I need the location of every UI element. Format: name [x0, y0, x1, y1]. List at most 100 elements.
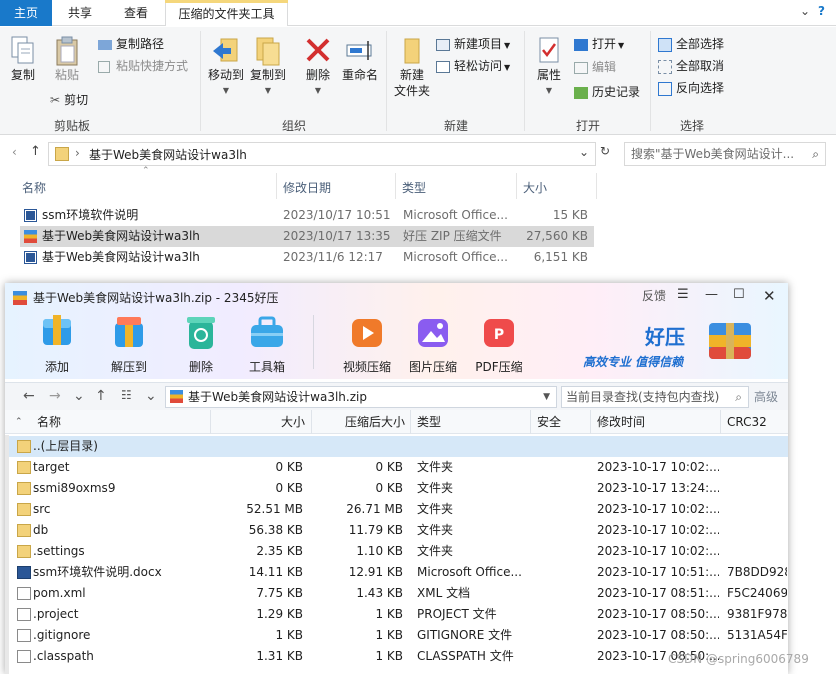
- extract-to-button[interactable]: 解压到: [97, 313, 161, 375]
- help-icon[interactable]: ?: [818, 4, 825, 18]
- paste-icon: [56, 36, 78, 66]
- folder-icon: [17, 482, 31, 495]
- video-compress-button[interactable]: 视频压缩: [335, 313, 399, 375]
- archive-search-input[interactable]: 当前目录查找(支持包内查找) ⌕: [561, 386, 749, 408]
- column-header-name[interactable]: 名称: [37, 410, 61, 434]
- menu-icon[interactable]: ☰: [677, 287, 689, 302]
- feedback-link[interactable]: 反馈: [642, 287, 666, 304]
- rename-button[interactable]: 重命名: [338, 35, 382, 83]
- delete-button[interactable]: 删除 ▼: [300, 35, 336, 99]
- back-arrow-icon[interactable]: ←: [23, 388, 35, 404]
- archive-row-size: 0 KB: [275, 460, 303, 474]
- column-header-size[interactable]: 大小: [523, 177, 547, 199]
- add-button[interactable]: 添加: [25, 313, 89, 375]
- archive-row-packed-size: 1 KB: [375, 607, 403, 621]
- open-button[interactable]: 打开 ▼: [574, 35, 624, 55]
- tab-compressed-folder-tools[interactable]: 压缩的文件夹工具: [165, 0, 288, 26]
- pdf-compress-button[interactable]: P PDF压缩: [467, 313, 531, 375]
- search-input[interactable]: 搜索"基于Web美食网站设计... ⌕: [624, 142, 826, 166]
- refresh-icon[interactable]: ↻: [600, 144, 610, 158]
- archive-row[interactable]: ssmi89oxms9 0 KB 0 KB 文件夹 2023-10-17 13:24:.…: [5, 478, 788, 499]
- view-mode-icon[interactable]: ☷: [121, 388, 132, 402]
- folder-icon: [17, 503, 31, 516]
- archive-row[interactable]: .project 1.29 KB 1 KB PROJECT 文件 2023-10-17 …: [5, 604, 788, 625]
- properties-button[interactable]: 属性 ▼: [532, 35, 566, 99]
- file-row[interactable]: 基于Web美食网站设计wa3lh 2023/11/6 12:17 Microso…: [20, 247, 594, 268]
- toolbox-button[interactable]: 工具箱: [235, 313, 299, 375]
- column-divider: [590, 410, 591, 434]
- new-folder-button[interactable]: 新建 文件夹: [392, 35, 432, 99]
- group-select-label: 选择: [679, 119, 704, 133]
- scissors-icon: ✂: [50, 93, 61, 107]
- column-divider: [596, 173, 597, 199]
- image-compress-icon: [418, 319, 448, 347]
- column-header-crc32[interactable]: CRC32: [727, 410, 767, 434]
- tab-home[interactable]: 主页: [0, 0, 52, 26]
- archive-row-size: 56.38 KB: [248, 523, 303, 537]
- new-item-button[interactable]: 新建项目 ▼: [436, 35, 510, 55]
- column-header-security[interactable]: 安全: [537, 410, 561, 434]
- forward-arrow-icon[interactable]: →: [49, 388, 61, 404]
- easy-access-button[interactable]: 轻松访问 ▼: [436, 57, 510, 77]
- history-button[interactable]: 历史记录: [574, 83, 640, 101]
- copy-path-button[interactable]: 复制路径: [98, 35, 164, 53]
- column-header-type[interactable]: 类型: [402, 177, 426, 199]
- move-to-button[interactable]: 移动到 ▼: [206, 35, 246, 99]
- tab-view[interactable]: 查看: [108, 0, 164, 26]
- column-divider: [395, 173, 396, 199]
- paste-shortcut-button[interactable]: 粘贴快捷方式: [98, 57, 188, 75]
- word-doc-icon: [17, 566, 31, 579]
- chevron-down-icon[interactable]: ⌄: [579, 145, 589, 159]
- column-header-name[interactable]: 名称: [22, 177, 46, 199]
- search-icon: ⌕: [812, 147, 819, 161]
- vertical-scrollbar[interactable]: [5, 435, 9, 674]
- tab-share[interactable]: 共享: [52, 0, 108, 26]
- archive-row-name: ..(上层目录): [33, 439, 98, 453]
- minimize-icon[interactable]: —: [705, 287, 718, 302]
- edit-button[interactable]: 编辑: [574, 58, 616, 76]
- archive-row[interactable]: db 56.38 KB 11.79 KB 文件夹 2023-10-17 10:02:..…: [5, 520, 788, 541]
- column-header-size[interactable]: 大小: [225, 410, 305, 434]
- up-arrow-icon[interactable]: ‹: [12, 145, 17, 159]
- column-header-packed-size[interactable]: 压缩后大小: [317, 410, 405, 434]
- column-header-date[interactable]: 修改日期: [283, 177, 331, 199]
- cut-button[interactable]: ✂ 剪切: [50, 91, 88, 109]
- haozip-logo-icon: [709, 323, 751, 359]
- invert-selection-button[interactable]: 反向选择: [658, 79, 724, 97]
- chevron-down-icon[interactable]: ⌄: [800, 4, 810, 18]
- folder-icon: [17, 440, 31, 453]
- delete-archive-button[interactable]: 删除: [169, 313, 233, 375]
- archive-row[interactable]: pom.xml 7.75 KB 1.43 KB XML 文档 2023-10-17 08…: [5, 583, 788, 604]
- select-all-icon: [658, 37, 672, 52]
- history-dropdown-icon[interactable]: ⌄: [73, 388, 85, 404]
- address-bar[interactable]: › 基于Web美食网站设计wa3lh ⌄: [48, 142, 596, 166]
- archive-row[interactable]: .settings 2.35 KB 1.10 KB 文件夹 2023-10-17 10:…: [5, 541, 788, 562]
- column-header-type[interactable]: 类型: [417, 410, 441, 434]
- select-none-button[interactable]: 全部取消: [658, 57, 724, 75]
- image-compress-button[interactable]: 图片压缩: [401, 313, 465, 375]
- archive-row[interactable]: .gitignore 1 KB 1 KB GITIGNORE 文件 2023-10-17…: [5, 625, 788, 646]
- archive-row[interactable]: ..(上层目录): [5, 436, 788, 457]
- select-all-button[interactable]: 全部选择: [658, 35, 724, 53]
- maximize-icon[interactable]: ☐: [733, 287, 745, 302]
- archive-row[interactable]: target 0 KB 0 KB 文件夹 2023-10-17 10:02:...: [5, 457, 788, 478]
- archive-path-bar[interactable]: 基于Web美食网站设计wa3lh.zip ▼: [165, 386, 557, 408]
- copy-to-button[interactable]: 复制到 ▼: [248, 35, 288, 99]
- paste-button[interactable]: 粘贴: [50, 35, 84, 83]
- select-none-label: 全部取消: [676, 59, 725, 73]
- file-row[interactable]: 基于Web美食网站设计wa3lh 2023/10/17 13:35 好压 ZIP…: [20, 226, 594, 247]
- archive-row[interactable]: ssm环境软件说明.docx 14.11 KB 12.91 KB Microsoft …: [5, 562, 788, 583]
- copy-button[interactable]: 复制: [6, 35, 40, 83]
- up-arrow-icon[interactable]: ↑: [95, 388, 107, 404]
- archive-row[interactable]: src 52.51 MB 26.71 MB 文件夹 2023-10-17 10:02:.…: [5, 499, 788, 520]
- view-dropdown-icon[interactable]: ⌄: [145, 388, 157, 404]
- extract-icon: [115, 317, 143, 347]
- file-icon: [17, 608, 31, 621]
- close-icon[interactable]: ✕: [763, 287, 776, 305]
- file-row[interactable]: ssm环境软件说明 2023/10/17 10:51 Microsoft Off…: [20, 205, 594, 226]
- archive-row-name: src: [33, 502, 51, 516]
- up-arrow-icon[interactable]: ↑: [30, 144, 41, 159]
- column-header-modified[interactable]: 修改时间: [597, 410, 645, 434]
- advanced-search-link[interactable]: 高级: [754, 388, 778, 405]
- path-dropdown-icon[interactable]: ▼: [543, 387, 550, 407]
